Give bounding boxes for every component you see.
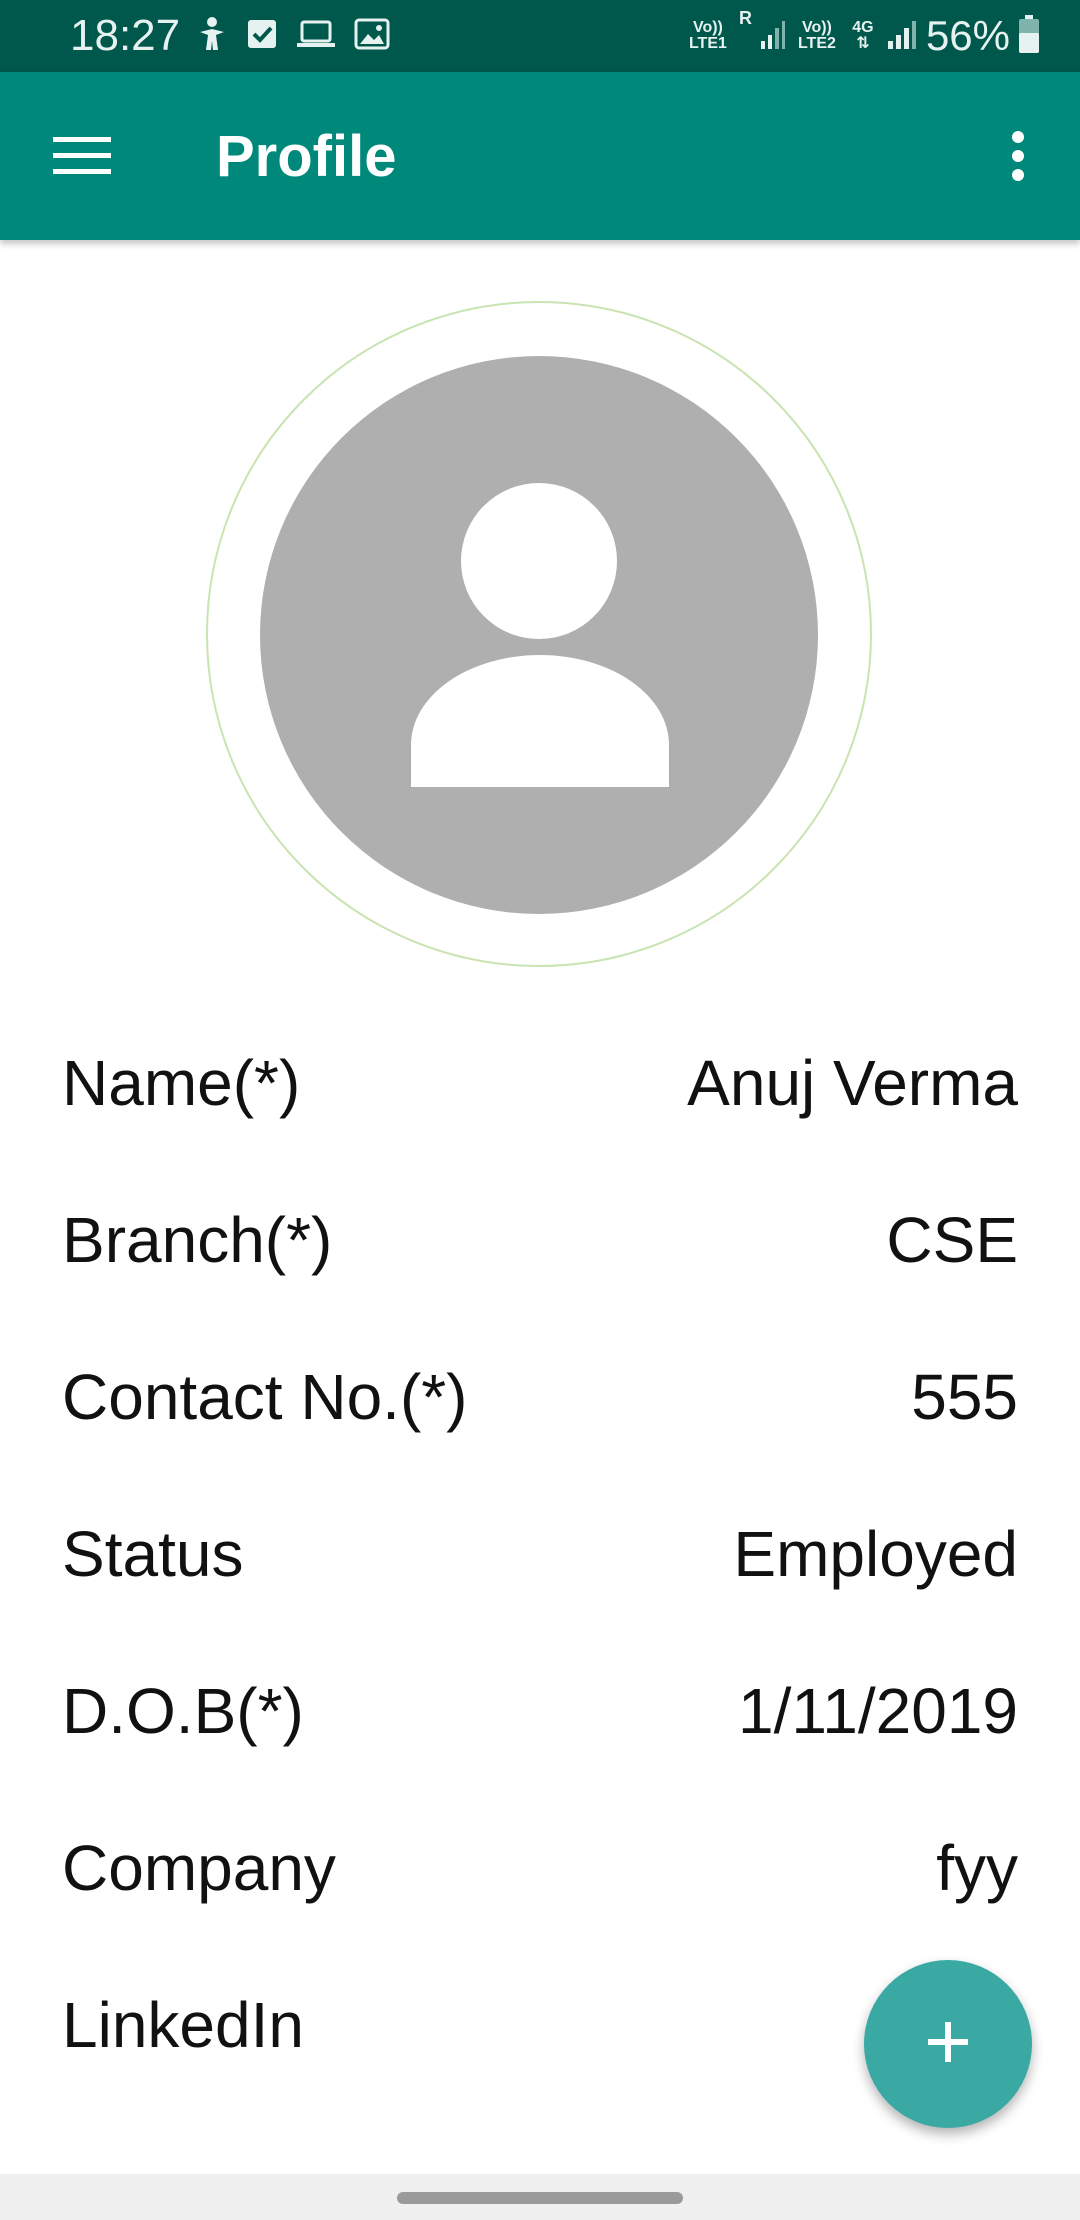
data-arrows-icon: ⇅ — [856, 35, 870, 52]
avatar-body-shape — [411, 655, 669, 787]
battery-icon — [1018, 14, 1040, 59]
company-value[interactable]: fyy — [936, 1828, 1018, 1908]
laptop-icon — [296, 18, 336, 55]
field-row-dob: D.O.B(*) 1/11/2019 — [62, 1633, 1018, 1790]
more-vert-icon — [1010, 130, 1026, 186]
dob-label: D.O.B(*) — [62, 1675, 304, 1747]
roaming-indicator: R — [738, 8, 752, 28]
field-row-contact: Contact No.(*) 555 — [62, 1319, 1018, 1476]
battery-percent: 56% — [925, 12, 1010, 59]
status-time: 18:27 — [70, 11, 181, 60]
overflow-menu-button[interactable] — [976, 116, 1060, 200]
system-nav-bar — [0, 2174, 1080, 2220]
checkbox-icon — [246, 17, 278, 56]
sim1-volte-label: Vo)) LTE1 — [685, 20, 731, 52]
gesture-handle[interactable] — [397, 2192, 683, 2204]
status-label: Status — [62, 1518, 244, 1590]
image-icon — [354, 17, 390, 56]
contact-value[interactable]: 555 — [911, 1357, 1018, 1437]
status-value[interactable]: Employed — [733, 1514, 1018, 1594]
network-type: 4G ⇅ — [848, 20, 878, 52]
app-bar: Profile — [0, 72, 1080, 240]
navigation-menu-button[interactable] — [40, 116, 124, 200]
branch-label: Branch(*) — [62, 1204, 333, 1276]
company-label: Company — [62, 1832, 336, 1904]
sim1-label-text: Vo)) LTE1 — [688, 19, 727, 52]
accessibility-icon — [196, 16, 228, 57]
plus-icon — [926, 2020, 970, 2069]
field-row-status: Status Employed — [62, 1476, 1018, 1633]
sim2-label-text: Vo)) LTE2 — [797, 19, 836, 52]
name-label: Name(*) — [62, 1047, 301, 1119]
field-row-name: Name(*) Anuj Verma — [62, 1005, 1018, 1162]
sim2-volte-label: Vo)) LTE2 — [794, 20, 840, 52]
status-bar: 18:27 Vo)) LTE1 R Vo)) LTE2 4G ⇅ 56% — [0, 0, 1080, 72]
name-value[interactable]: Anuj Verma — [687, 1043, 1018, 1123]
field-row-branch: Branch(*) CSE — [62, 1162, 1018, 1319]
profile-avatar[interactable] — [260, 356, 818, 914]
status-icons-right: Vo)) LTE1 R Vo)) LTE2 4G ⇅ 56% — [685, 8, 1040, 62]
hamburger-menu-icon — [53, 134, 111, 183]
network-type-text: 4G — [852, 19, 874, 36]
signal-sim1-icon — [760, 17, 786, 56]
branch-value[interactable]: CSE — [886, 1200, 1018, 1280]
page-title: Profile — [216, 124, 397, 189]
linkedin-label: LinkedIn — [62, 1989, 304, 2061]
add-fab-button[interactable] — [864, 1960, 1032, 2128]
contact-label: Contact No.(*) — [62, 1361, 468, 1433]
profile-fields: Name(*) Anuj Verma Branch(*) CSE Contact… — [62, 1005, 1018, 2104]
dob-value[interactable]: 1/11/2019 — [738, 1671, 1018, 1751]
avatar-head-shape — [461, 483, 617, 639]
status-icons-left — [196, 14, 390, 58]
field-row-company: Company fyy — [62, 1790, 1018, 1947]
signal-sim2-icon — [886, 17, 918, 56]
